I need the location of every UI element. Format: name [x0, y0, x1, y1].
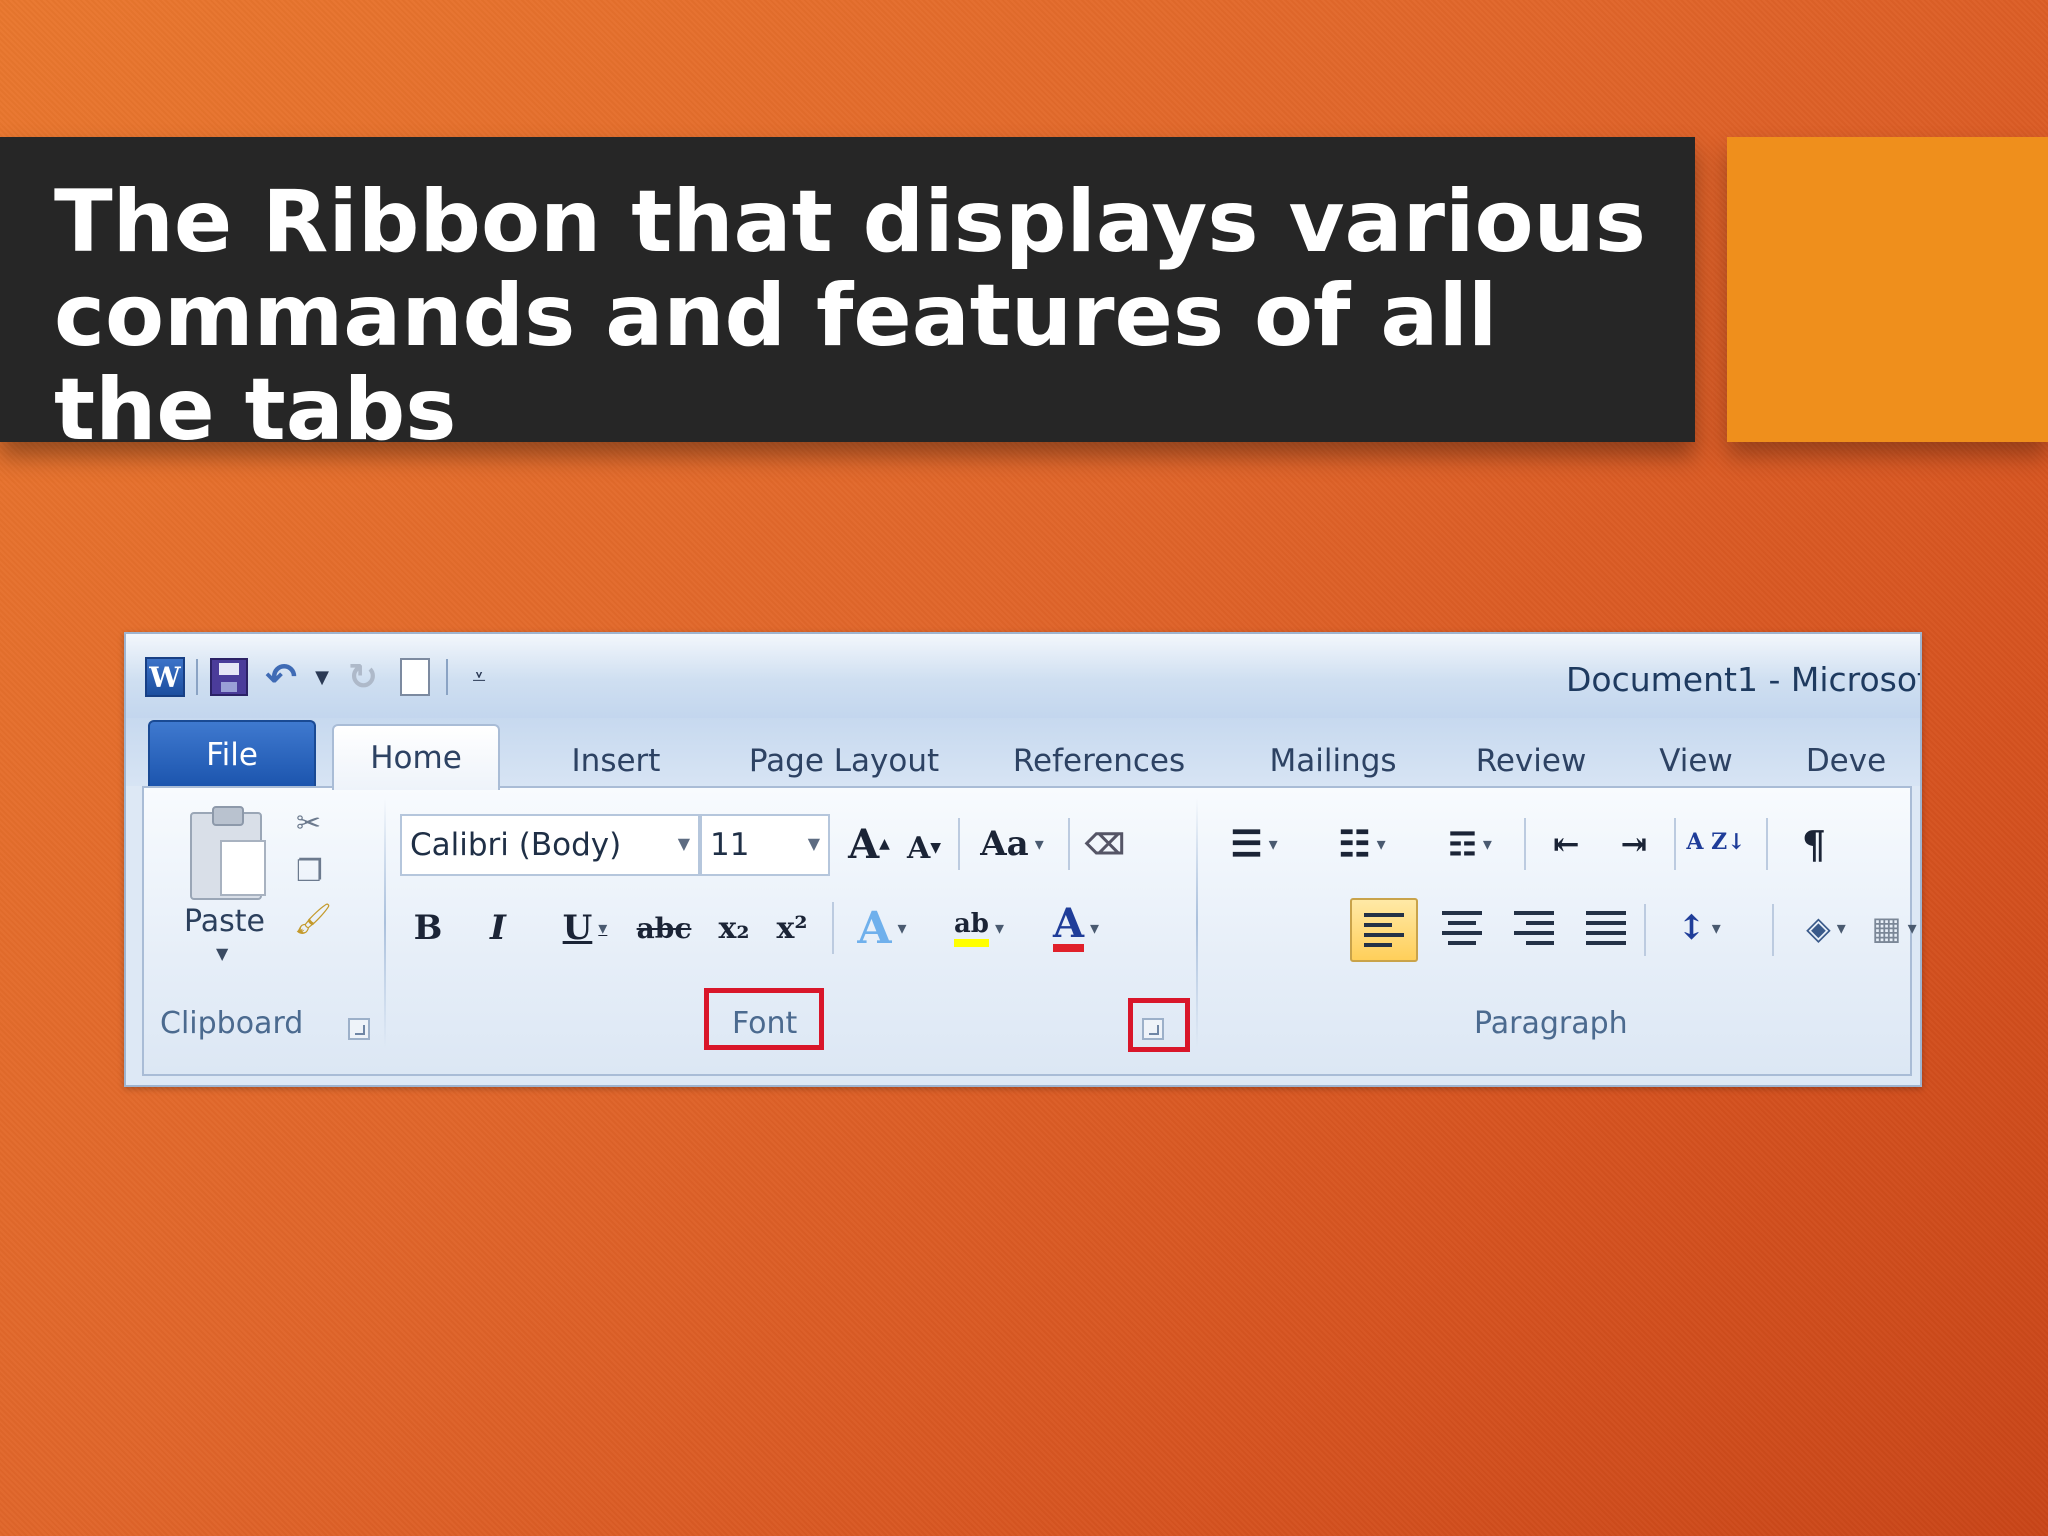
highlight-button[interactable]: ab: [930, 900, 1028, 956]
underline-label: U: [562, 908, 593, 948]
tab-developer[interactable]: Deve: [1786, 732, 1906, 790]
paragraph-separator: [1674, 818, 1676, 870]
clipboard-group-label: Clipboard: [160, 1006, 304, 1041]
paste-icon[interactable]: [190, 806, 266, 900]
save-icon[interactable]: [208, 656, 250, 698]
pilcrow-label: ¶: [1801, 821, 1827, 867]
tab-mailings[interactable]: Mailings: [1238, 732, 1428, 790]
tab-review[interactable]: Review: [1446, 732, 1616, 790]
qat-separator: [196, 659, 198, 695]
center-icon[interactable]: [1434, 900, 1490, 956]
paragraph-separator: [1766, 818, 1768, 870]
shading-icon[interactable]: ◈: [1784, 900, 1868, 956]
title-bar: The Ribbon that displays various command…: [0, 137, 1695, 457]
cut-icon[interactable]: ✂: [296, 806, 321, 841]
paragraph-group-label: Paragraph: [1474, 1006, 1628, 1041]
tab-insert[interactable]: Insert: [521, 732, 711, 790]
font-color-button[interactable]: A: [1034, 900, 1118, 956]
qat-separator: [446, 659, 448, 695]
text-effects-label: A: [857, 902, 892, 954]
align-right-icon[interactable]: [1506, 900, 1562, 956]
font-name-dropdown-icon[interactable]: ▼: [678, 834, 690, 853]
underline-button[interactable]: U: [546, 900, 624, 956]
grow-font-label: A: [848, 820, 880, 868]
align-left-icon[interactable]: [1350, 898, 1418, 962]
superscript-button[interactable]: x²: [764, 900, 820, 956]
font-separator: [958, 818, 960, 870]
redo-icon[interactable]: ↻: [342, 656, 384, 698]
bold-label: B: [413, 908, 443, 948]
text-effects-button[interactable]: A: [842, 900, 922, 956]
show-formatting-icon[interactable]: ¶: [1784, 816, 1844, 872]
paragraph-separator: [1644, 904, 1646, 956]
shrink-font-button[interactable]: A ▼: [900, 820, 948, 876]
window-titlebar: W ↶ ▼ ↻ ⩡ Document1 - Microsoft Wor: [126, 634, 1920, 718]
bullets-icon[interactable]: ☰: [1212, 816, 1296, 872]
clear-formatting-icon[interactable]: ⌫: [1078, 816, 1132, 872]
word-logo-icon[interactable]: W: [144, 656, 186, 698]
change-case-button[interactable]: Aa: [970, 816, 1054, 872]
change-case-label: Aa: [980, 824, 1029, 864]
tab-references[interactable]: References: [984, 732, 1214, 790]
paste-button-label[interactable]: Paste: [184, 904, 265, 939]
line-spacing-icon[interactable]: ↕: [1654, 900, 1744, 956]
tab-view[interactable]: View: [1626, 732, 1766, 790]
font-name-value: Calibri (Body): [410, 827, 622, 863]
strikethrough-label: abc: [636, 911, 692, 945]
undo-icon[interactable]: ↶: [260, 655, 302, 699]
paragraph-separator: [1524, 818, 1526, 870]
new-document-icon[interactable]: [394, 656, 436, 698]
group-separator: [1196, 798, 1198, 1048]
font-size-combo[interactable]: 11 ▼: [700, 814, 830, 876]
ribbon-home: Paste ▼ ✂ ❐ 🖌 Clipboard Calibri (Body) ▼…: [142, 786, 1912, 1076]
superscript-label: x²: [776, 910, 808, 946]
justify-icon[interactable]: [1578, 900, 1634, 956]
font-size-dropdown-icon[interactable]: ▼: [808, 834, 820, 853]
paragraph-separator: [1772, 904, 1774, 956]
italic-button[interactable]: I: [478, 900, 518, 956]
word-window-screenshot: W ↶ ▼ ↻ ⩡ Document1 - Microsoft Wor File…: [124, 632, 1922, 1087]
bold-button[interactable]: B: [406, 900, 450, 956]
subscript-label: x₂: [718, 910, 750, 946]
increase-indent-icon[interactable]: ⇥: [1604, 816, 1664, 872]
group-separator: [384, 798, 386, 1048]
copy-icon[interactable]: ❐: [296, 854, 323, 889]
numbering-icon[interactable]: ☷: [1320, 816, 1404, 872]
font-size-value: 11: [710, 827, 750, 863]
quick-access-toolbar: W ↶ ▼ ↻ ⩡: [144, 654, 500, 700]
subscript-button[interactable]: x₂: [706, 900, 762, 956]
sort-label: A Z: [1686, 829, 1728, 855]
strikethrough-button[interactable]: abc: [632, 900, 696, 956]
paste-dropdown-icon[interactable]: ▼: [216, 944, 228, 963]
tab-file[interactable]: File: [148, 720, 316, 788]
font-launcher-highlight-box: [1128, 998, 1190, 1052]
decrease-indent-icon[interactable]: ⇤: [1536, 816, 1596, 872]
font-name-combo[interactable]: Calibri (Body) ▼: [400, 814, 700, 876]
multilevel-list-icon[interactable]: ☶: [1428, 816, 1512, 872]
font-color-label: A: [1052, 904, 1084, 952]
undo-dropdown-icon[interactable]: ▼: [312, 656, 332, 698]
format-painter-icon[interactable]: 🖌: [294, 902, 332, 937]
font-separator: [1068, 818, 1070, 870]
font-separator: [832, 902, 834, 954]
tab-home[interactable]: Home: [332, 724, 500, 790]
window-title: Document1 - Microsoft Wor: [1566, 660, 1920, 699]
accent-bar: [1727, 137, 2048, 442]
font-label-highlight-box: [704, 988, 824, 1050]
italic-label: I: [490, 908, 506, 948]
grow-font-button[interactable]: A ▲: [844, 816, 894, 872]
shrink-font-label: A: [906, 830, 931, 866]
customize-qat-icon[interactable]: ⩡: [458, 656, 500, 698]
slide-title: The Ribbon that displays various command…: [54, 172, 1646, 460]
sort-icon[interactable]: A Z ↓: [1684, 814, 1748, 870]
tab-page-layout[interactable]: Page Layout: [724, 732, 964, 790]
borders-icon[interactable]: ▦: [1871, 900, 1904, 956]
clipboard-dialog-launcher-icon[interactable]: [348, 1018, 370, 1040]
highlight-label: ab: [953, 909, 989, 947]
